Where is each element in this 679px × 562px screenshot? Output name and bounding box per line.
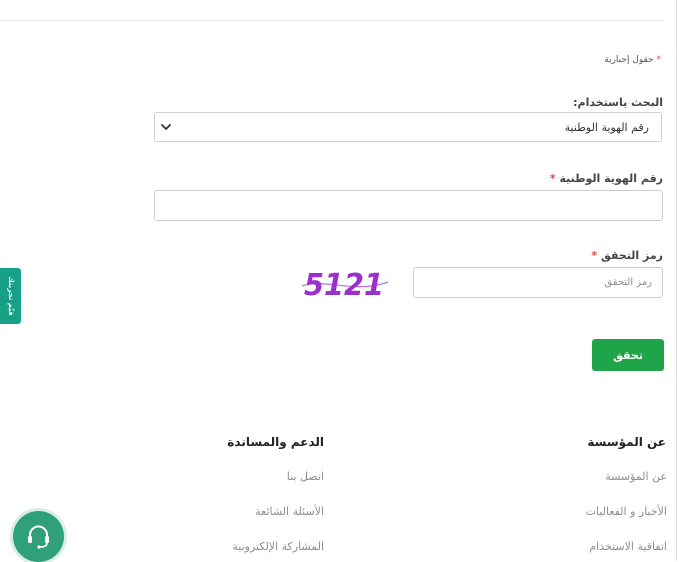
captcha-placeholder: رمز التحقق bbox=[604, 277, 652, 288]
search-by-selected-value: رقم الهوية الوطنية bbox=[564, 121, 649, 134]
required-fields-note: * حقول إجبارية bbox=[604, 55, 661, 65]
required-star: * bbox=[549, 172, 556, 185]
required-star: * bbox=[656, 55, 662, 65]
captcha-input[interactable]: رمز التحقق bbox=[413, 267, 663, 298]
captcha-label: رمز التحقق * bbox=[591, 249, 663, 262]
footer-support-title: الدعم والمساندة bbox=[227, 435, 324, 449]
footer-link-news-events[interactable]: الأخبار و الفعاليات bbox=[586, 505, 667, 518]
footer-about-title: عن المؤسسة bbox=[587, 435, 666, 449]
support-chat-button[interactable] bbox=[13, 511, 64, 562]
footer-link-faq[interactable]: الأسئلة الشائعة bbox=[255, 505, 324, 518]
chevron-down-icon bbox=[161, 124, 171, 130]
rate-experience-label: قيّم تجربتك bbox=[6, 276, 15, 316]
national-id-input[interactable] bbox=[154, 190, 663, 221]
required-star: * bbox=[591, 249, 598, 262]
captcha-image: 5121 bbox=[301, 268, 389, 300]
national-id-label-text: رقم الهوية الوطنية bbox=[559, 172, 664, 185]
verify-button[interactable]: تحقق bbox=[592, 339, 664, 371]
headset-icon bbox=[28, 525, 49, 549]
captcha-label-text: رمز التحقق bbox=[601, 249, 663, 262]
top-divider bbox=[0, 20, 664, 21]
national-id-label: رقم الهوية الوطنية * bbox=[550, 172, 663, 185]
scrollbar-track bbox=[676, 0, 677, 561]
search-by-select[interactable]: رقم الهوية الوطنية bbox=[154, 112, 662, 142]
search-by-label: البحث باستخدام: bbox=[573, 96, 663, 109]
footer-link-e-participation[interactable]: المشاركة الإلكترونية bbox=[232, 540, 324, 553]
rate-experience-tab[interactable]: قيّم تجربتك bbox=[0, 268, 21, 324]
footer-link-about[interactable]: عن المؤسسة bbox=[605, 470, 667, 483]
required-note-text: حقول إجبارية bbox=[604, 55, 654, 65]
footer-link-contact-us[interactable]: اتصل بنا bbox=[287, 470, 324, 483]
footer-link-terms-of-use[interactable]: اتفاقية الاستخدام bbox=[589, 540, 667, 553]
